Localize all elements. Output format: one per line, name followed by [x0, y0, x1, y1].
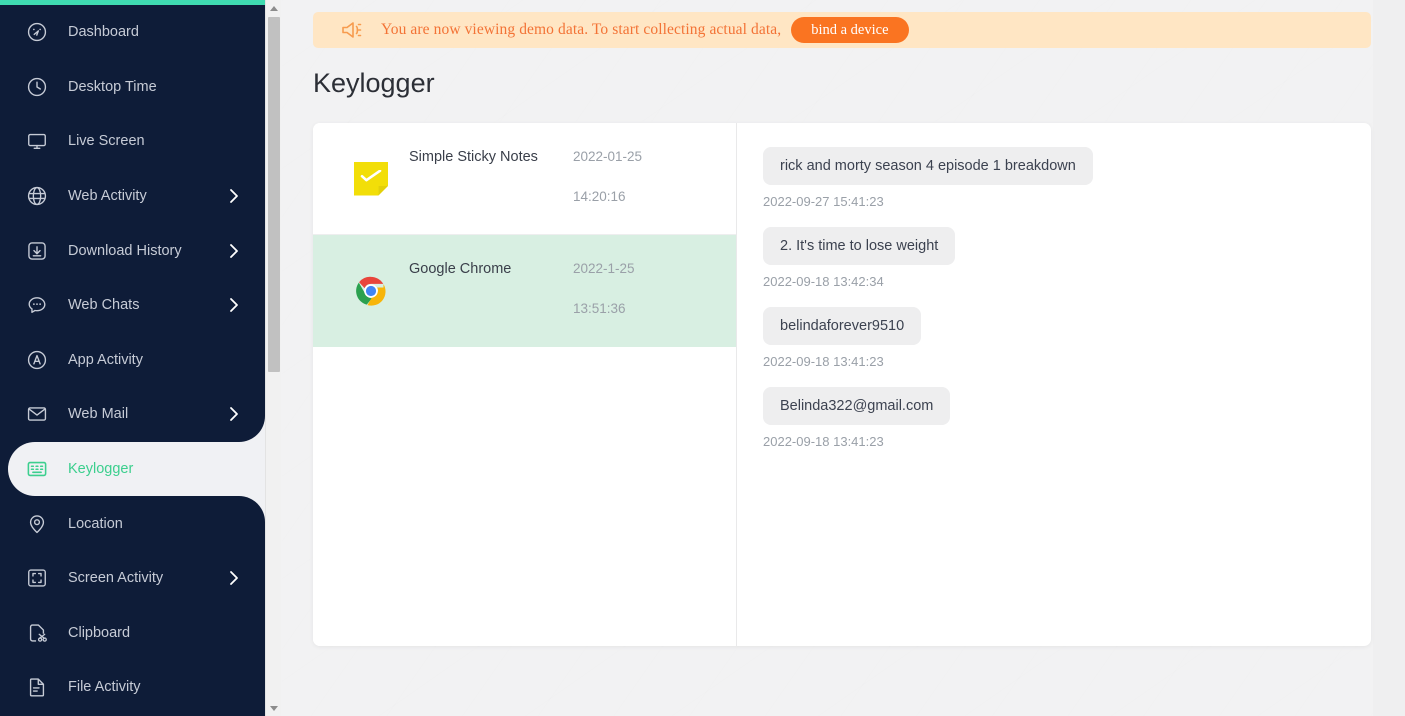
- sidebar-item-label: File Activity: [68, 679, 141, 696]
- keylog-text-bubble[interactable]: Belinda322@gmail.com: [763, 387, 951, 425]
- sidebar-item-download-history[interactable]: Download History: [0, 223, 265, 278]
- app-name: Simple Sticky Notes: [409, 149, 538, 165]
- scrollbar-down-arrow[interactable]: [266, 700, 282, 716]
- sidebar: Dashboard Desktop Time Live Screen Web Acti…: [0, 0, 265, 716]
- main-content: You are now viewing demo data. To start …: [282, 0, 1405, 716]
- app-timestamp: 2022-01-25 14:20:16: [573, 149, 642, 205]
- chevron-right-icon[interactable]: [229, 188, 239, 204]
- banner-text: You are now viewing demo data. To start …: [381, 21, 782, 38]
- app-name: Google Chrome: [409, 261, 512, 277]
- monitor-icon: [24, 128, 50, 154]
- keylog-timestamp: 2022-09-27 15:41:23: [763, 194, 884, 209]
- sidebar-item-label: Live Screen: [68, 133, 145, 150]
- sidebar-item-label: Web Activity: [68, 188, 147, 205]
- sidebar-item-label: Web Chats: [68, 297, 140, 314]
- sidebar-item-label: Keylogger: [68, 461, 134, 478]
- chevron-right-icon[interactable]: [229, 570, 239, 586]
- globe-icon: [24, 183, 50, 209]
- sidebar-item-label: Web Mail: [68, 406, 129, 423]
- sidebar-item-desktop-time[interactable]: Desktop Time: [0, 60, 265, 115]
- sidebar-item-label: Location: [68, 515, 123, 532]
- sidebar-item-web-chats[interactable]: Web Chats: [0, 278, 265, 333]
- chevron-right-icon[interactable]: [229, 297, 239, 313]
- keylog-entry: Belinda322@gmail.com 2022-09-18 13:41:23: [763, 387, 1371, 449]
- keylog-detail-panel: rick and morty season 4 episode 1 breakd…: [737, 123, 1371, 646]
- app-list-row[interactable]: Simple Sticky Notes 2022-01-25 14:20:16: [313, 123, 736, 235]
- sidebar-item-keylogger[interactable]: Keylogger: [8, 415, 265, 523]
- sidebar-item-label: Dashboard: [68, 24, 139, 41]
- sidebar-item-live-screen[interactable]: Live Screen: [0, 114, 265, 169]
- keylog-text-bubble[interactable]: rick and morty season 4 episode 1 breakd…: [763, 147, 1093, 185]
- sidebar-item-dashboard[interactable]: Dashboard: [0, 5, 265, 60]
- keylogger-card: Simple Sticky Notes 2022-01-25 14:20:16 Goo…: [313, 123, 1371, 646]
- file-lines-icon: [24, 674, 50, 700]
- screenshot-frame-icon: [24, 565, 50, 591]
- clipboard-scissors-icon: [24, 620, 50, 646]
- keylog-text-bubble[interactable]: belindaforever9510: [763, 307, 922, 345]
- right-gutter: [1373, 0, 1405, 716]
- chrome-icon: [347, 274, 395, 308]
- chat-bubble-icon: [24, 292, 50, 318]
- dashboard-icon: [24, 19, 50, 45]
- sidebar-item-file-activity[interactable]: File Activity: [0, 660, 265, 715]
- chevron-right-icon[interactable]: [229, 406, 239, 422]
- chevron-right-icon[interactable]: [229, 243, 239, 259]
- keyboard-icon: [24, 456, 50, 482]
- app-root: Dashboard Desktop Time Live Screen Web Acti…: [0, 0, 1405, 716]
- page-title: Keylogger: [313, 68, 435, 98]
- app-list: Simple Sticky Notes 2022-01-25 14:20:16 Goo…: [313, 123, 737, 646]
- keylog-timestamp: 2022-09-18 13:41:23: [763, 354, 884, 369]
- demo-data-banner: You are now viewing demo data. To start …: [313, 12, 1371, 48]
- download-icon: [24, 238, 50, 264]
- bind-a-device-button[interactable]: bind a device: [791, 16, 909, 44]
- keylog-entry: rick and morty season 4 episode 1 breakd…: [763, 147, 1371, 209]
- sidebar-nav: Dashboard Desktop Time Live Screen Web Acti…: [0, 5, 265, 716]
- keylog-text-bubble[interactable]: 2. It's time to lose weight: [763, 227, 956, 265]
- app-time: 14:20:16: [573, 189, 626, 205]
- sidebar-item-label: Clipboard: [68, 624, 131, 641]
- sidebar-item-app-activity[interactable]: App Activity: [0, 333, 265, 388]
- app-circle-a-icon: [24, 347, 50, 373]
- keylog-timestamp: 2022-09-18 13:41:23: [763, 434, 884, 449]
- sidebar-item-web-mail[interactable]: Web Mail: [0, 387, 265, 442]
- sidebar-accent-bar: [0, 0, 265, 5]
- app-date: 2022-1-25: [573, 261, 635, 276]
- envelope-icon: [24, 401, 50, 427]
- app-timestamp: 2022-1-25 13:51:36: [573, 261, 635, 317]
- map-pin-icon: [24, 511, 50, 537]
- scrollbar-up-arrow[interactable]: [266, 0, 282, 16]
- app-date: 2022-01-25: [573, 149, 643, 164]
- sticky-note-icon: [347, 161, 395, 196]
- sidebar-item-screen-activity[interactable]: Screen Activity: [0, 551, 265, 606]
- sidebar-item-label: Desktop Time: [68, 78, 157, 95]
- scrollbar-thumb[interactable]: [268, 17, 280, 372]
- app-time: 13:51:36: [573, 301, 626, 317]
- sidebar-item-clipboard[interactable]: Clipboard: [0, 606, 265, 661]
- sidebar-item-label: Screen Activity: [68, 570, 164, 587]
- clock-icon: [24, 74, 50, 100]
- sidebar-item-web-activity[interactable]: Web Activity: [0, 169, 265, 224]
- keylog-entry: belindaforever9510 2022-09-18 13:41:23: [763, 307, 1371, 369]
- sidebar-item-label: Download History: [68, 242, 182, 259]
- keylog-entry: 2. It's time to lose weight 2022-09-18 13…: [763, 227, 1371, 289]
- app-list-row[interactable]: Google Chrome 2022-1-25 13:51:36: [313, 235, 736, 347]
- keylog-timestamp: 2022-09-18 13:42:34: [763, 274, 884, 289]
- sidebar-item-label: App Activity: [68, 351, 143, 368]
- page-scrollbar[interactable]: [265, 0, 281, 716]
- sidebar-item-location[interactable]: Location: [0, 496, 265, 551]
- megaphone-icon: [341, 20, 363, 40]
